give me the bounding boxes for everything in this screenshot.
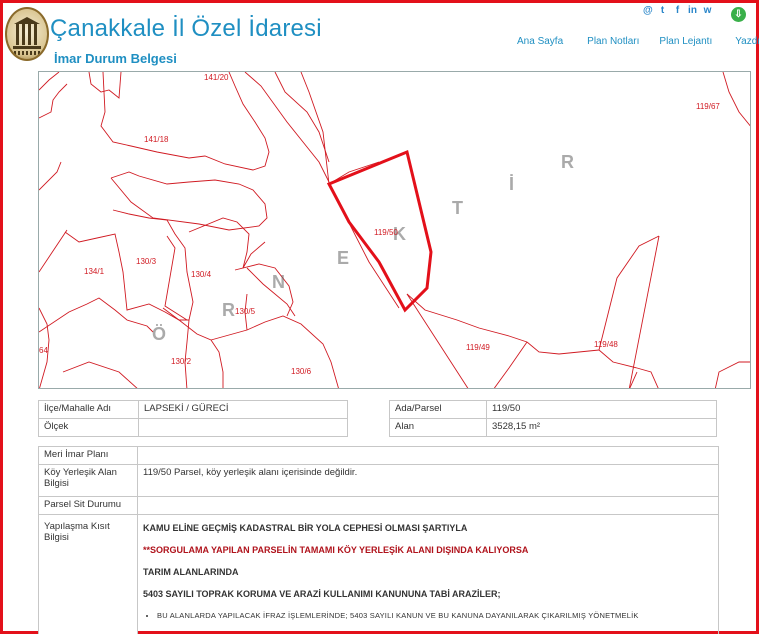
label-130-5: 130/5 <box>235 307 256 316</box>
label-130-2: 130/2 <box>171 357 192 366</box>
restriction-line-1: KAMU ELİNE GEÇMİŞ KADASTRAL BİR YOLA CEP… <box>143 523 468 533</box>
label-130-3: 130/3 <box>136 257 157 266</box>
restriction-line-2: **SORGULAMA YAPILAN PARSELİN TAMAMI KÖY … <box>143 545 529 555</box>
label-highlighted-parcel: 119/50 <box>374 228 398 237</box>
scale-label: Ölçek <box>38 418 139 437</box>
page-subtitle: İmar Durum Belgesi <box>54 51 177 66</box>
district-label: İlçe/Mahalle Adı <box>38 400 139 419</box>
watermark-letter-r: R <box>222 300 235 320</box>
label-64: 64 <box>39 346 48 355</box>
watermark-letter-i: İ <box>509 174 514 194</box>
download-icon[interactable]: ⇩ <box>731 7 746 22</box>
table-row: Ada/Parsel 119/50 <box>389 400 717 419</box>
parcel-map[interactable]: Ö R N E K T İ R 119/50 141/20 141/18 119… <box>38 71 751 389</box>
at-icon[interactable]: @ <box>643 5 653 16</box>
zoning-plan-label: Meri İmar Planı <box>38 446 138 465</box>
table-row: Meri İmar Planı <box>38 446 719 465</box>
watermark-letter-o: Ö <box>152 324 166 344</box>
label-130-4: 130/4 <box>191 270 212 279</box>
watermark: Ö R N E K T İ R <box>152 152 574 344</box>
main-nav: Ana Sayfa Plan Notları Plan Lejantı Yazd… <box>517 36 759 47</box>
table-row: Köy Yerleşik Alan Bilgisi 119/50 Parsel,… <box>38 464 719 497</box>
village-settlement-label: Köy Yerleşik Alan Bilgisi <box>38 464 138 497</box>
watermark-letter-n: N <box>272 272 285 292</box>
area-label: Alan <box>389 418 487 437</box>
linkedin-icon[interactable]: in <box>688 5 697 16</box>
nav-plan-notlari[interactable]: Plan Notları <box>587 36 639 47</box>
label-119-67: 119/67 <box>696 102 720 111</box>
table-row: Ölçek <box>38 418 348 437</box>
restriction-line-4: 5403 SAYILI TOPRAK KORUMA VE ARAZİ KULLA… <box>143 589 501 599</box>
construction-restriction-label: Yapılaşma Kısıt Bilgisi <box>38 514 138 634</box>
table-row: Parsel Sit Durumu <box>38 496 719 515</box>
village-settlement-value: 119/50 Parsel, köy yerleşik alanı içeris… <box>137 464 719 497</box>
label-134-1: 134/1 <box>84 267 105 276</box>
scale-value <box>138 418 348 437</box>
district-value: LAPSEKİ / GÜRECİ <box>138 400 348 419</box>
nav-ana-sayfa[interactable]: Ana Sayfa <box>517 36 563 47</box>
twitter-icon[interactable]: t <box>658 5 667 16</box>
construction-restriction-value: KAMU ELİNE GEÇMİŞ KADASTRAL BİR YOLA CEP… <box>137 514 719 634</box>
restriction-bullet: BU ALANLARDA YAPILACAK İFRAZ İŞLEMLERİND… <box>157 611 713 620</box>
watermark-letter-t: T <box>452 198 463 218</box>
site-title[interactable]: Çanakkale İl Özel İdaresi <box>50 15 322 43</box>
block-parcel-value: 119/50 <box>486 400 717 419</box>
table-row: İlçe/Mahalle Adı LAPSEKİ / GÜRECİ <box>38 400 348 419</box>
label-119-48: 119/48 <box>594 340 618 349</box>
site-status-value <box>137 496 719 515</box>
label-130-6: 130/6 <box>291 367 312 376</box>
label-141-18: 141/18 <box>144 135 169 144</box>
parcel-labels: 119/50 141/20 141/18 119/67 130/3 130/4 … <box>39 73 720 376</box>
label-119-49: 119/49 <box>466 343 490 352</box>
zoning-plan-value <box>137 446 719 465</box>
details-table: Meri İmar Planı Köy Yerleşik Alan Bilgis… <box>38 446 719 634</box>
location-table: İlçe/Mahalle Adı LAPSEKİ / GÜRECİ Ölçek <box>38 400 348 437</box>
block-parcel-label: Ada/Parsel <box>389 400 487 419</box>
restriction-bullets: BU ALANLARDA YAPILACAK İFRAZ İŞLEMLERİND… <box>157 611 713 620</box>
facebook-icon[interactable]: f <box>673 5 682 16</box>
watermark-letter-r2: R <box>561 152 574 172</box>
area-value: 3528,15 m² <box>486 418 717 437</box>
whatsapp-icon[interactable]: w <box>703 5 712 16</box>
parcel-map-canvas: Ö R N E K T İ R 119/50 141/20 141/18 119… <box>39 72 750 388</box>
table-row: Yapılaşma Kısıt Bilgisi KAMU ELİNE GEÇMİ… <box>38 514 719 634</box>
nav-plan-lejanti[interactable]: Plan Lejantı <box>659 36 712 47</box>
site-status-label: Parsel Sit Durumu <box>38 496 138 515</box>
nav-yazdir[interactable]: Yazdır <box>735 36 759 47</box>
restriction-line-3: TARIM ALANLARINDA <box>143 567 239 577</box>
social-links: @ t f in w <box>643 5 712 16</box>
table-row: Alan 3528,15 m² <box>389 418 717 437</box>
parcel-table: Ada/Parsel 119/50 Alan 3528,15 m² <box>389 400 717 437</box>
watermark-letter-e: E <box>337 248 349 268</box>
label-141-20: 141/20 <box>204 73 229 82</box>
header: Çanakkale İl Özel İdaresi İmar Durum Bel… <box>3 3 759 69</box>
municipality-logo <box>5 7 49 61</box>
